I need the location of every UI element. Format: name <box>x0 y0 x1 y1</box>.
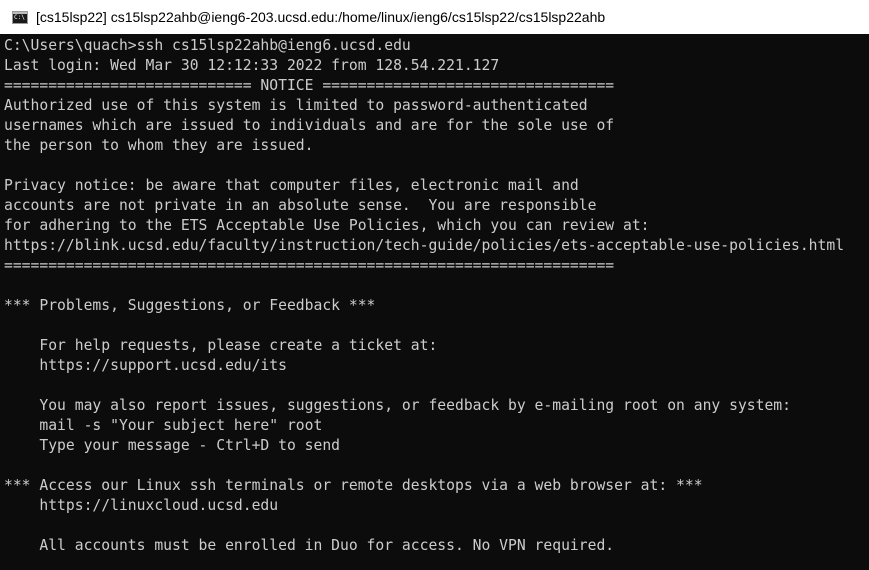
command-prompt-icon-glyph: C:\ <box>14 13 25 21</box>
terminal-line: You may also report issues, suggestions,… <box>4 397 791 414</box>
terminal-line: https://blink.ucsd.edu/faculty/instructi… <box>4 237 845 254</box>
terminal-line: *** Access our Linux ssh terminals or re… <box>4 477 703 494</box>
terminal-line: https://linuxcloud.ucsd.edu <box>4 497 279 514</box>
title-bar[interactable]: C:\ [cs15lsp22] cs15lsp22ahb@ieng6-203.u… <box>0 0 869 34</box>
terminal-line: usernames which are issued to individual… <box>4 117 615 134</box>
window-title: [cs15lsp22] cs15lsp22ahb@ieng6-203.ucsd.… <box>36 9 606 25</box>
terminal-line: All accounts must be enrolled in Duo for… <box>4 537 615 554</box>
terminal-line: Type your message - Ctrl+D to send <box>4 437 341 454</box>
terminal-line: *** Problems, Suggestions, or Feedback *… <box>4 297 376 314</box>
terminal-line: https://support.ucsd.edu/its <box>4 357 287 374</box>
terminal-line: for adhering to the ETS Acceptable Use P… <box>4 217 650 234</box>
terminal-line: C:\Users\quach>ssh cs15lsp22ahb@ieng6.uc… <box>4 37 411 54</box>
terminal-line: Authorized use of this system is limited… <box>4 97 588 114</box>
terminal-line: accounts are not private in an absolute … <box>4 197 597 214</box>
terminal-window: C:\ [cs15lsp22] cs15lsp22ahb@ieng6-203.u… <box>0 0 869 570</box>
terminal-line: mail -s "Your subject here" root <box>4 417 323 434</box>
command-prompt-icon[interactable]: C:\ <box>12 10 28 24</box>
terminal-line: the person to whom they are issued. <box>4 137 314 154</box>
terminal-line: ========================================… <box>4 257 615 274</box>
terminal-line: Last login: Wed Mar 30 12:12:33 2022 fro… <box>4 57 500 74</box>
terminal-line: ============================ NOTICE ====… <box>4 77 615 94</box>
terminal-output[interactable]: C:\Users\quach>ssh cs15lsp22ahb@ieng6.uc… <box>4 36 869 570</box>
terminal-line: For help requests, please create a ticke… <box>4 337 438 354</box>
terminal-line: Privacy notice: be aware that computer f… <box>4 177 579 194</box>
